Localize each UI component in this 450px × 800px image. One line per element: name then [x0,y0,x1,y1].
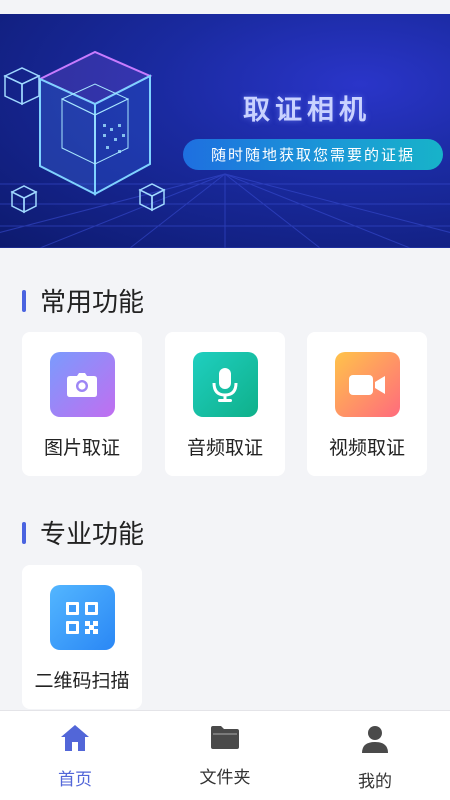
banner-subtitle: 随时随地获取您需要的证据 [183,139,443,170]
banner-illustration [0,50,450,248]
bottom-tab-bar: 首页 文件夹 我的 [0,710,450,800]
user-icon [362,725,388,757]
section-accent-bar [22,289,26,312]
tab-folder-label: 文件夹 [199,768,251,788]
tab-home[interactable]: 首页 [0,711,150,800]
audio-evidence-card[interactable]: 音频取证 [165,332,285,476]
section-common-header: 常用功能 [22,282,144,319]
tab-profile-label: 我的 [358,772,392,792]
video-evidence-card[interactable]: 视频取证 [307,332,427,476]
video-evidence-label: 视频取证 [328,437,405,459]
tab-folder[interactable]: 文件夹 [150,711,300,800]
section-pro-header: 专业功能 [22,514,144,551]
home-icon [61,725,89,755]
tab-home-label: 首页 [58,770,92,790]
hero-banner: 取证相机 随时随地获取您需要的证据 [0,14,450,248]
audio-evidence-label: 音频取证 [186,437,263,459]
qr-code-icon [49,585,115,650]
section-accent-bar [22,521,26,544]
microphone-icon [192,352,258,417]
section-pro-title: 专业功能 [40,520,145,550]
photo-evidence-card[interactable]: 图片取证 [22,332,142,476]
camera-icon [49,352,115,417]
folder-icon [211,725,239,753]
banner-title: 取证相机 [243,95,371,126]
qr-scan-card[interactable]: 二维码扫描 [22,565,142,709]
video-camera-icon [334,352,400,417]
section-common-title: 常用功能 [40,288,145,318]
tab-profile[interactable]: 我的 [300,711,450,800]
photo-evidence-label: 图片取证 [43,437,120,459]
status-bar [0,0,450,14]
qr-scan-label: 二维码扫描 [34,670,130,692]
